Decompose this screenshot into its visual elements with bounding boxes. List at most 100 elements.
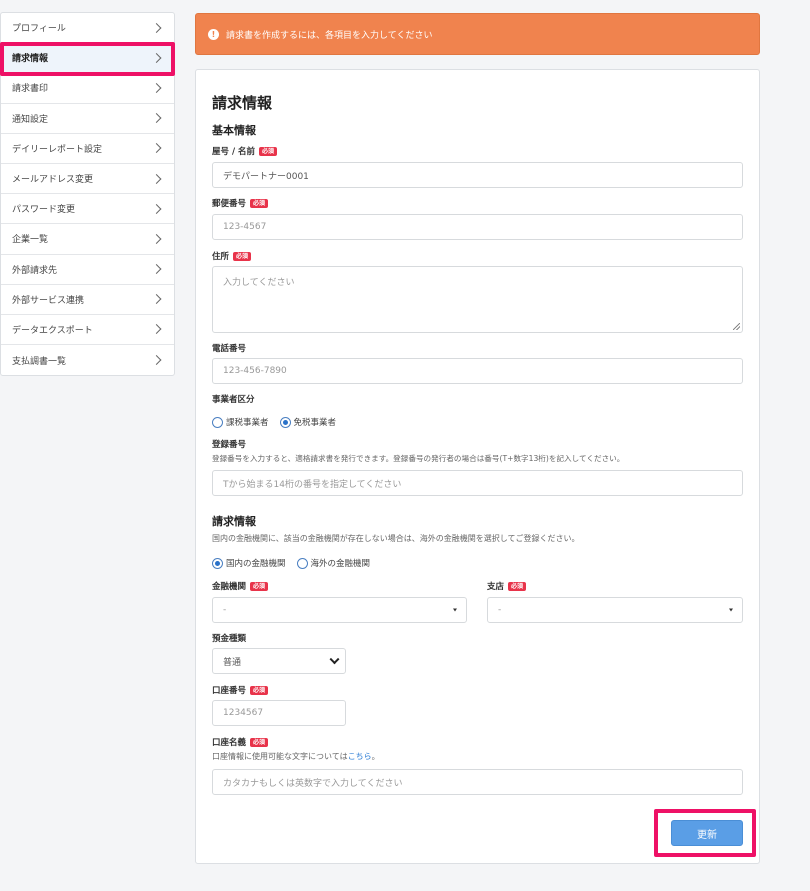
address-label-text: 住所 bbox=[212, 252, 230, 262]
postal-label-text: 郵便番号 bbox=[212, 199, 247, 209]
sidebar-item-label: 通知設定 bbox=[12, 114, 49, 125]
chevron-right-icon bbox=[151, 264, 162, 275]
bank-select[interactable]: - bbox=[212, 597, 467, 623]
chevron-right-icon bbox=[151, 83, 162, 93]
chevron-right-icon bbox=[151, 173, 162, 184]
account-type-label: 預金種類 bbox=[212, 632, 246, 644]
name-input[interactable]: デモパートナー0001 bbox=[212, 162, 743, 188]
name-label: 屋号 / 名前 必須 bbox=[212, 145, 278, 157]
branch-select-value: - bbox=[498, 605, 502, 615]
chevron-right-icon bbox=[151, 233, 162, 244]
account-name-label-text: 口座名義 bbox=[212, 738, 247, 748]
page-title: 請求情報 bbox=[212, 94, 273, 112]
required-badge: 必須 bbox=[250, 685, 269, 695]
sidebar-item-invoice-seal[interactable]: 請求書印 bbox=[1, 73, 174, 104]
alert-message: 請求書を作成するには、各項目を入力してください bbox=[226, 30, 433, 41]
chevron-right-icon bbox=[151, 203, 162, 214]
sidebar-item-data-export[interactable]: データエクスポート bbox=[1, 315, 174, 346]
update-button[interactable]: 更新 bbox=[671, 820, 743, 846]
radio-overseas-bank[interactable] bbox=[296, 557, 308, 569]
account-number-label: 口座番号 必須 bbox=[212, 684, 269, 696]
radio-overseas-bank-label[interactable]: 海外の金融機関 bbox=[311, 557, 371, 569]
business-type-radio-group: 課税事業者 免税事業者 bbox=[212, 416, 347, 428]
phone-label-text: 電話番号 bbox=[212, 344, 247, 354]
chevron-right-icon bbox=[151, 52, 162, 63]
business-type-label-text: 事業者区分 bbox=[212, 395, 255, 405]
sidebar-item-companies[interactable]: 企業一覧 bbox=[1, 224, 174, 255]
account-name-label: 口座名義 必須 bbox=[212, 736, 269, 748]
chevron-right-icon bbox=[151, 324, 162, 335]
branch-select[interactable]: - bbox=[487, 597, 743, 623]
address-label: 住所 必須 bbox=[212, 250, 252, 262]
account-number-label-text: 口座番号 bbox=[212, 686, 247, 696]
sidebar-item-label: 外部請求先 bbox=[12, 265, 58, 276]
resize-handle-icon[interactable] bbox=[733, 323, 740, 330]
settings-sidebar: プロフィール 請求情報 請求書印 通知設定 デイリーレポート設定 メールアドレス… bbox=[0, 12, 175, 377]
basic-info-heading: 基本情報 bbox=[212, 124, 256, 137]
required-badge: 必須 bbox=[250, 737, 269, 747]
account-type-select[interactable]: 普通 bbox=[212, 648, 346, 674]
radio-tax-exempt-label[interactable]: 免税事業者 bbox=[294, 416, 337, 428]
sidebar-item-label: 請求情報 bbox=[12, 54, 49, 65]
branch-label: 支店 必須 bbox=[487, 580, 527, 592]
character-info-link[interactable]: こちら bbox=[348, 752, 372, 761]
sidebar-item-payment-records[interactable]: 支払調書一覧 bbox=[1, 345, 174, 375]
required-badge: 必須 bbox=[259, 146, 278, 156]
bank-select-value: - bbox=[223, 605, 227, 615]
radio-taxable[interactable] bbox=[212, 416, 223, 428]
phone-input[interactable]: 123-456-7890 bbox=[212, 358, 743, 384]
caret-down-icon bbox=[453, 608, 457, 612]
account-name-help-prefix: 口座情報に使用可能な文字については bbox=[212, 752, 348, 761]
billing-info-heading: 請求情報 bbox=[212, 515, 256, 528]
required-badge: 必須 bbox=[250, 581, 269, 591]
radio-domestic-bank[interactable] bbox=[212, 557, 223, 569]
sidebar-item-external-clients[interactable]: 外部請求先 bbox=[1, 255, 174, 285]
sidebar-item-notifications[interactable]: 通知設定 bbox=[1, 104, 174, 134]
sidebar-item-daily-report[interactable]: デイリーレポート設定 bbox=[1, 134, 174, 164]
radio-tax-exempt[interactable] bbox=[279, 416, 291, 428]
registration-label: 登録番号 bbox=[212, 438, 246, 450]
registration-label-text: 登録番号 bbox=[212, 440, 247, 450]
bank-label: 金融機関 必須 bbox=[212, 580, 269, 592]
address-placeholder: 入力してください bbox=[223, 278, 295, 288]
address-textarea[interactable]: 入力してください bbox=[212, 266, 743, 333]
bank-label-text: 金融機関 bbox=[212, 582, 247, 592]
registration-help-text: 登録番号を入力すると、適格請求書を発行できます。登録番号の発行者の場合は番号(T… bbox=[212, 454, 625, 463]
sidebar-item-password-change[interactable]: パスワード変更 bbox=[1, 194, 174, 225]
billing-help-text: 国内の金融機関に、該当の金融機関が存在しない場合は、海外の金融機関を選択してご登… bbox=[212, 534, 580, 543]
chevron-down-icon bbox=[329, 654, 340, 665]
postal-code-input[interactable]: 123-4567 bbox=[212, 214, 743, 240]
chevron-right-icon bbox=[151, 294, 162, 305]
required-badge: 必須 bbox=[250, 198, 269, 208]
sidebar-item-integrations[interactable]: 外部サービス連携 bbox=[1, 285, 174, 315]
caret-down-icon bbox=[729, 608, 733, 612]
required-badge: 必須 bbox=[508, 581, 527, 591]
chevron-right-icon bbox=[151, 355, 162, 366]
sidebar-item-label: 外部サービス連携 bbox=[12, 295, 85, 306]
account-name-input[interactable]: カタカナもしくは英数字で入力してください bbox=[212, 769, 743, 795]
sidebar-item-label: メールアドレス変更 bbox=[12, 175, 94, 186]
account-number-input[interactable]: 1234567 bbox=[212, 700, 346, 726]
chevron-right-icon bbox=[151, 113, 162, 124]
registration-number-input[interactable]: Tから始まる14桁の番号を指定してください bbox=[212, 470, 743, 496]
chevron-right-icon bbox=[151, 143, 162, 154]
sidebar-item-billing-info[interactable]: 請求情報 bbox=[1, 43, 174, 74]
radio-domestic-bank-label[interactable]: 国内の金融機関 bbox=[226, 557, 286, 569]
sidebar-item-email-change[interactable]: メールアドレス変更 bbox=[1, 164, 174, 195]
account-name-help-suffix: 。 bbox=[371, 752, 380, 761]
sidebar-item-label: データエクスポート bbox=[12, 325, 93, 336]
sidebar-item-label: デイリーレポート設定 bbox=[12, 144, 103, 155]
phone-label: 電話番号 bbox=[212, 342, 246, 354]
branch-label-text: 支店 bbox=[487, 582, 505, 592]
billing-form-card: 請求情報 基本情報 屋号 / 名前 必須 デモパートナー0001 郵便番号 必須 1… bbox=[195, 69, 760, 864]
sidebar-item-label: パスワード変更 bbox=[12, 205, 76, 216]
bank-scope-radio-group: 国内の金融機関 海外の金融機関 bbox=[212, 557, 381, 569]
radio-taxable-label[interactable]: 課税事業者 bbox=[226, 416, 269, 428]
sidebar-item-profile[interactable]: プロフィール bbox=[1, 13, 174, 44]
sidebar-item-label: 請求書印 bbox=[12, 84, 49, 95]
account-type-value: 普通 bbox=[223, 657, 242, 668]
required-badge: 必須 bbox=[233, 251, 252, 261]
exclamation-icon: ! bbox=[208, 28, 219, 40]
sidebar-item-label: 支払調書一覧 bbox=[12, 356, 67, 367]
account-type-label-text: 預金種類 bbox=[212, 634, 247, 644]
